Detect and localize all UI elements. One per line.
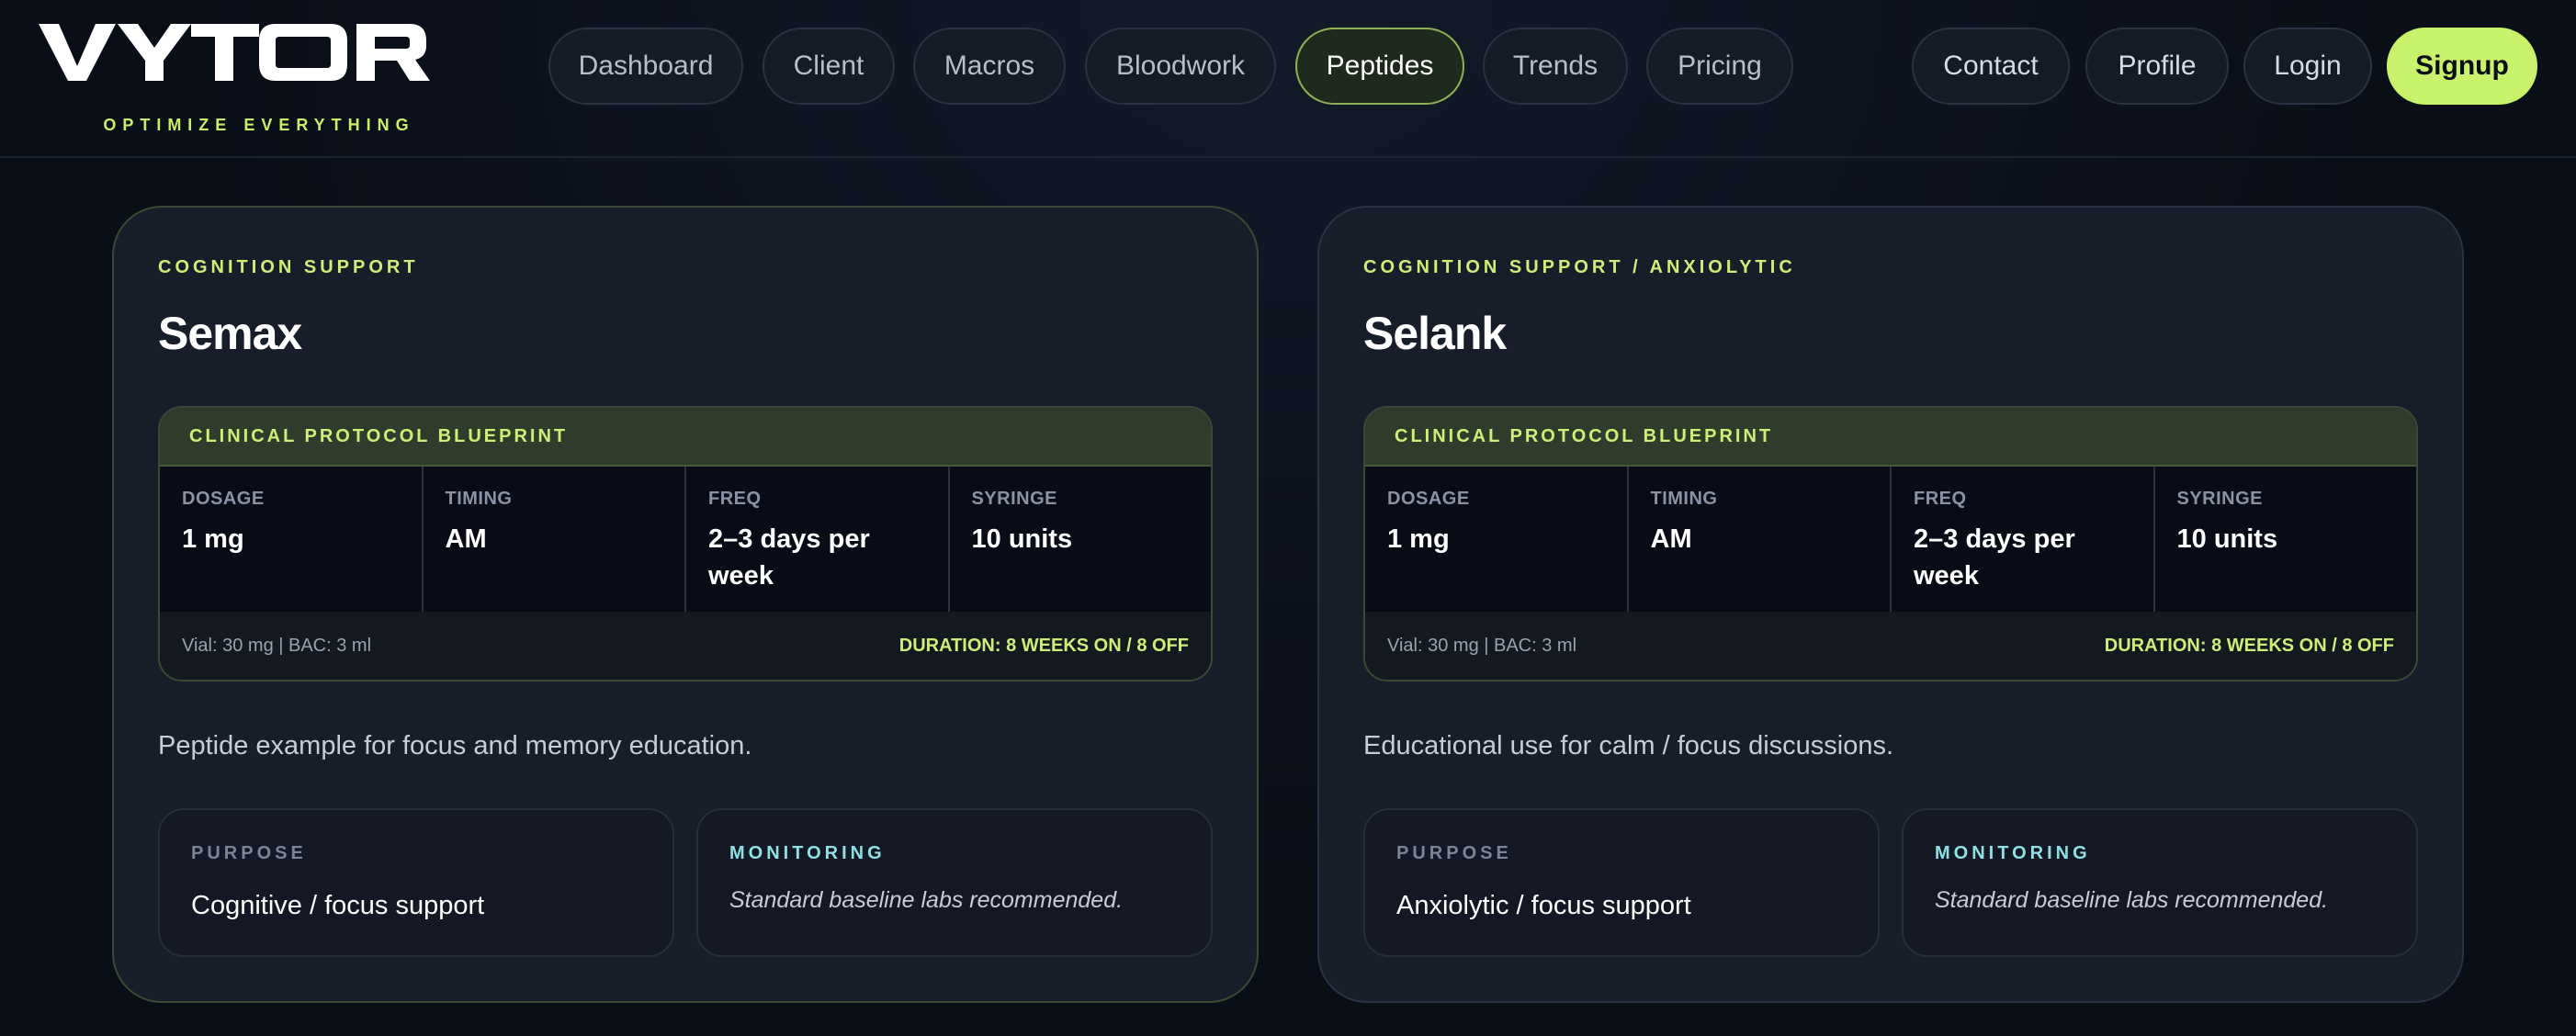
purpose-text: Cognitive / focus support <box>191 891 485 920</box>
card-description: Educational use for calm / focus discuss… <box>1363 731 1894 760</box>
vytor-wordmark-icon <box>39 24 430 81</box>
nav-contact[interactable]: Contact <box>1912 28 2070 105</box>
nav-peptides[interactable]: Peptides <box>1295 28 1464 105</box>
syringe-cell: SYRINGE 10 units <box>949 467 1211 612</box>
dosage-label: DOSAGE <box>1387 489 1470 509</box>
dosage-value: 1 mg <box>1387 524 1450 554</box>
nav-dashboard[interactable]: Dashboard <box>548 28 743 105</box>
monitoring-label: MONITORING <box>1935 843 2091 863</box>
card-category: COGNITION SUPPORT <box>158 257 419 277</box>
protocol-header-label: CLINICAL PROTOCOL BLUEPRINT <box>189 426 569 446</box>
nav-macros[interactable]: Macros <box>913 28 1066 105</box>
dosage-cell: DOSAGE 1 mg <box>1365 467 1629 612</box>
peptide-card-semax: COGNITION SUPPORT Semax CLINICAL PROTOCO… <box>112 206 1259 1003</box>
monitoring-text: Standard baseline labs recommended. <box>1935 887 2329 913</box>
protocol-cells: DOSAGE 1 mg TIMING AM FREQ 2–3 days per … <box>1365 467 2416 612</box>
card-title: Selank <box>1363 308 1507 359</box>
syringe-label: SYRINGE <box>2176 489 2264 509</box>
protocol-blueprint: CLINICAL PROTOCOL BLUEPRINT DOSAGE 1 mg … <box>1363 406 2418 681</box>
purpose-text: Anxiolytic / focus support <box>1396 891 1691 920</box>
syringe-value: 10 units <box>2176 524 2278 554</box>
purpose-label: PURPOSE <box>191 843 307 863</box>
freq-value: 2–3 days per week <box>708 524 870 591</box>
freq-cell: FREQ 2–3 days per week <box>686 467 950 612</box>
card-description: Peptide example for focus and memory edu… <box>158 731 752 760</box>
top-header: OPTIMIZE EVERYTHING Dashboard Client Mac… <box>0 0 2576 158</box>
purpose-box: PURPOSE Anxiolytic / focus support <box>1363 808 1880 957</box>
nav-pricing[interactable]: Pricing <box>1646 28 1793 105</box>
syringe-label: SYRINGE <box>971 489 1058 509</box>
freq-cell: FREQ 2–3 days per week <box>1892 467 2155 612</box>
timing-cell: TIMING AM <box>423 467 686 612</box>
monitoring-box: MONITORING Standard baseline labs recomm… <box>1902 808 2418 957</box>
signup-button[interactable]: Signup <box>2387 28 2537 105</box>
vial-info: Vial: 30 mg | BAC: 3 ml <box>1387 636 1577 656</box>
brand-tagline: OPTIMIZE EVERYTHING <box>103 116 415 134</box>
monitoring-text: Standard baseline labs recommended. <box>729 887 1124 913</box>
protocol-header-label: CLINICAL PROTOCOL BLUEPRINT <box>1395 426 1774 446</box>
freq-label: FREQ <box>708 489 762 509</box>
nav-client[interactable]: Client <box>763 28 895 105</box>
purpose-label: PURPOSE <box>1396 843 1512 863</box>
nav-profile[interactable]: Profile <box>2085 28 2229 105</box>
nav-trends[interactable]: Trends <box>1483 28 1628 105</box>
freq-value: 2–3 days per week <box>1914 524 2075 591</box>
peptide-card-selank: COGNITION SUPPORT / ANXIOLYTIC Selank CL… <box>1317 206 2464 1003</box>
monitoring-box: MONITORING Standard baseline labs recomm… <box>696 808 1213 957</box>
dosage-value: 1 mg <box>182 524 244 554</box>
duration-info: DURATION: 8 WEEKS ON / 8 OFF <box>2104 636 2394 656</box>
dosage-label: DOSAGE <box>182 489 265 509</box>
timing-cell: TIMING AM <box>1628 467 1892 612</box>
timing-label: TIMING <box>445 489 513 509</box>
protocol-header: CLINICAL PROTOCOL BLUEPRINT <box>1365 408 2416 467</box>
protocol-cells: DOSAGE 1 mg TIMING AM FREQ 2–3 days per … <box>160 467 1211 612</box>
protocol-footer: Vial: 30 mg | BAC: 3 ml DURATION: 8 WEEK… <box>1365 612 2416 680</box>
dosage-cell: DOSAGE 1 mg <box>160 467 424 612</box>
timing-label: TIMING <box>1650 489 1718 509</box>
timing-value: AM <box>1650 524 1692 554</box>
vial-info: Vial: 30 mg | BAC: 3 ml <box>182 636 372 656</box>
syringe-value: 10 units <box>971 524 1073 554</box>
freq-label: FREQ <box>1914 489 1967 509</box>
timing-value: AM <box>445 524 487 554</box>
nav-bloodwork[interactable]: Bloodwork <box>1085 28 1276 105</box>
monitoring-label: MONITORING <box>729 843 886 863</box>
purpose-box: PURPOSE Cognitive / focus support <box>158 808 674 957</box>
protocol-footer: Vial: 30 mg | BAC: 3 ml DURATION: 8 WEEK… <box>160 612 1211 680</box>
card-title: Semax <box>158 308 302 359</box>
syringe-cell: SYRINGE 10 units <box>2154 467 2416 612</box>
card-category: COGNITION SUPPORT / ANXIOLYTIC <box>1363 257 1796 277</box>
protocol-header: CLINICAL PROTOCOL BLUEPRINT <box>160 408 1211 467</box>
duration-info: DURATION: 8 WEEKS ON / 8 OFF <box>898 636 1189 656</box>
protocol-blueprint: CLINICAL PROTOCOL BLUEPRINT DOSAGE 1 mg … <box>158 406 1213 681</box>
nav-login[interactable]: Login <box>2243 28 2372 105</box>
brand-logo[interactable]: OPTIMIZE EVERYTHING <box>39 20 434 134</box>
